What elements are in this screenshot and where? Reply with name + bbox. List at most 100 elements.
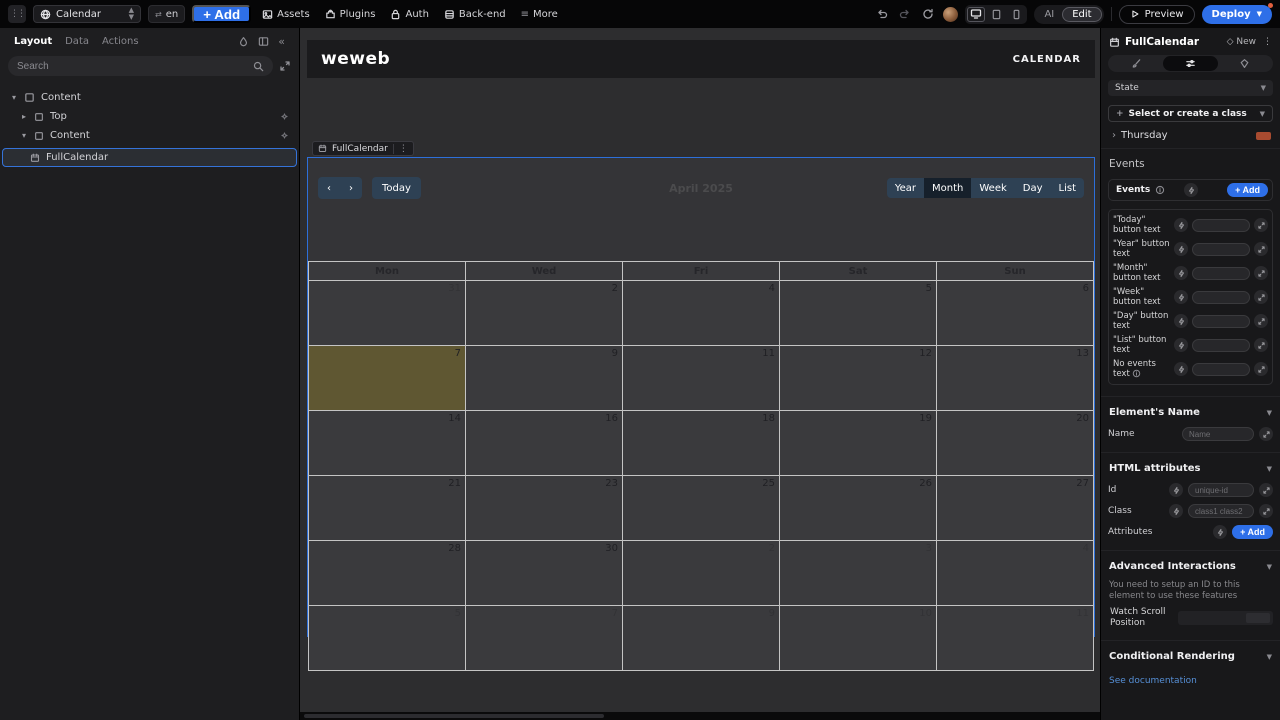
watch-scroll-toggle[interactable] bbox=[1178, 611, 1273, 625]
calendar-cell[interactable]: 12 bbox=[780, 346, 936, 410]
calendar-cell[interactable]: 11 bbox=[623, 346, 779, 410]
bind-button[interactable] bbox=[1169, 504, 1183, 518]
caret-down-icon[interactable]: ▾ bbox=[10, 93, 18, 102]
class-selector[interactable]: + Select or create a class ▼ bbox=[1108, 105, 1273, 122]
calendar-cell[interactable]: 26 bbox=[780, 476, 936, 540]
view-year-button[interactable]: Year bbox=[887, 178, 924, 198]
calendar-cell[interactable]: 28 bbox=[309, 541, 465, 605]
class-input[interactable] bbox=[1188, 504, 1254, 518]
expand-button[interactable] bbox=[1254, 362, 1268, 376]
badge-menu-icon[interactable]: ⋮ bbox=[393, 144, 408, 154]
calendar-cell[interactable]: 9 bbox=[623, 606, 779, 670]
bind-button[interactable] bbox=[1174, 338, 1188, 352]
view-week-button[interactable]: Week bbox=[971, 178, 1014, 198]
calendar-cell[interactable]: 4 bbox=[623, 281, 779, 345]
bind-button[interactable] bbox=[1174, 314, 1188, 328]
expand-button[interactable] bbox=[1254, 338, 1268, 352]
caret-down-icon[interactable]: ▾ bbox=[20, 131, 28, 140]
menu-item-auth[interactable]: Auth bbox=[386, 9, 432, 20]
bind-button[interactable] bbox=[1213, 525, 1227, 539]
expand-button[interactable] bbox=[1254, 242, 1268, 256]
state-selector[interactable]: State ▼ bbox=[1108, 80, 1273, 96]
view-month-button[interactable]: Month bbox=[924, 178, 971, 198]
add-event-button[interactable]: + Add bbox=[1227, 183, 1268, 197]
panel-menu-icon[interactable]: ⋮ bbox=[1263, 37, 1272, 47]
project-selector[interactable]: Calendar ▲▼ bbox=[33, 5, 141, 23]
bind-button[interactable] bbox=[1174, 362, 1188, 376]
calendar-cell[interactable]: 4 bbox=[937, 541, 1093, 605]
field-input[interactable] bbox=[1192, 219, 1250, 232]
calendar-cell-today[interactable]: 7 bbox=[309, 346, 465, 410]
calendar-cell[interactable]: 5 bbox=[309, 606, 465, 670]
ai-mode-button[interactable]: AI bbox=[1036, 9, 1062, 20]
fullcalendar-component[interactable]: April 2025 ‹ › Today Year Month Week Day… bbox=[307, 157, 1095, 637]
calendar-cell[interactable]: 27 bbox=[937, 476, 1093, 540]
bind-button[interactable] bbox=[1169, 483, 1183, 497]
caret-right-icon[interactable]: ▸ bbox=[20, 112, 28, 121]
field-input[interactable] bbox=[1192, 339, 1250, 352]
tab-data[interactable]: Data bbox=[65, 36, 89, 47]
horizontal-scrollbar[interactable] bbox=[300, 712, 1100, 720]
add-attribute-button[interactable]: + Add bbox=[1232, 525, 1273, 539]
view-list-button[interactable]: List bbox=[1051, 178, 1084, 198]
html-attributes-heading-row[interactable]: HTML attributes ▼ bbox=[1101, 453, 1280, 476]
tab-interactions[interactable] bbox=[1218, 56, 1272, 71]
calendar-cell[interactable]: 16 bbox=[466, 411, 622, 475]
breadcrumb-thursday[interactable]: › Thursday bbox=[1101, 122, 1280, 149]
bind-button[interactable] bbox=[1174, 266, 1188, 280]
calendar-cell[interactable]: 25 bbox=[623, 476, 779, 540]
calendar-cell[interactable]: 30 bbox=[466, 541, 622, 605]
search-box[interactable] bbox=[8, 56, 273, 76]
avatar[interactable] bbox=[943, 7, 958, 22]
tab-layout[interactable]: Layout bbox=[14, 36, 52, 47]
calendar-cell[interactable]: 14 bbox=[309, 411, 465, 475]
expand-button[interactable] bbox=[1254, 266, 1268, 280]
calendar-cell[interactable]: 18 bbox=[623, 411, 779, 475]
tab-settings[interactable] bbox=[1163, 56, 1217, 71]
expand-button[interactable] bbox=[1254, 290, 1268, 304]
today-button[interactable]: Today bbox=[372, 177, 421, 199]
field-input[interactable] bbox=[1192, 243, 1250, 256]
calendar-cell[interactable]: 19 bbox=[780, 411, 936, 475]
element-name-heading-row[interactable]: Element's Name ▼ bbox=[1101, 397, 1280, 420]
deploy-button[interactable]: Deploy ▼ bbox=[1202, 5, 1272, 24]
calendar-cell[interactable]: 2 bbox=[466, 281, 622, 345]
undo-button[interactable] bbox=[874, 8, 890, 20]
search-input[interactable] bbox=[17, 61, 247, 72]
menu-item-backend[interactable]: Back-end bbox=[440, 9, 510, 20]
expand-button[interactable] bbox=[1259, 483, 1273, 497]
calendar-cell[interactable]: 9 bbox=[466, 346, 622, 410]
expand-button[interactable] bbox=[1259, 427, 1273, 441]
calendar-cell[interactable]: 7 bbox=[466, 606, 622, 670]
name-input[interactable] bbox=[1182, 427, 1254, 441]
calendar-cell[interactable]: 13 bbox=[937, 346, 1093, 410]
add-button[interactable]: + Add bbox=[192, 5, 251, 23]
language-selector[interactable]: ⇄ en bbox=[148, 5, 185, 23]
next-month-button[interactable]: › bbox=[340, 177, 362, 199]
field-input[interactable] bbox=[1192, 363, 1250, 376]
calendar-cell[interactable]: 20 bbox=[937, 411, 1093, 475]
expand-button[interactable] bbox=[1254, 314, 1268, 328]
bind-button[interactable] bbox=[1184, 183, 1198, 197]
prev-month-button[interactable]: ‹ bbox=[318, 177, 340, 199]
calendar-cell[interactable]: 31 bbox=[309, 281, 465, 345]
calendar-cell[interactable]: 10 bbox=[780, 606, 936, 670]
calendar-cell[interactable]: 6 bbox=[937, 281, 1093, 345]
tab-styles[interactable] bbox=[1109, 56, 1163, 71]
menu-item-more[interactable]: ≡ More bbox=[517, 9, 562, 20]
menu-grip[interactable]: ⋮⋮ bbox=[8, 5, 26, 23]
selection-badge[interactable]: FullCalendar ⋮ bbox=[312, 141, 414, 156]
tree-item-content[interactable]: ▾ Content bbox=[0, 126, 299, 145]
tab-actions[interactable]: Actions bbox=[102, 36, 139, 47]
expand-button[interactable] bbox=[1259, 504, 1273, 518]
bind-button[interactable] bbox=[1174, 218, 1188, 232]
menu-item-assets[interactable]: Assets bbox=[258, 9, 314, 20]
field-input[interactable] bbox=[1192, 291, 1250, 304]
calendar-cell[interactable]: 21 bbox=[309, 476, 465, 540]
calendar-cell[interactable]: 23 bbox=[466, 476, 622, 540]
device-tablet-button[interactable] bbox=[987, 7, 1005, 22]
theme-icon[interactable] bbox=[238, 36, 249, 47]
device-desktop-button[interactable] bbox=[967, 7, 985, 22]
tree-item-content-root[interactable]: ▾ Content bbox=[0, 88, 299, 107]
menu-item-plugins[interactable]: Plugins bbox=[321, 9, 380, 20]
